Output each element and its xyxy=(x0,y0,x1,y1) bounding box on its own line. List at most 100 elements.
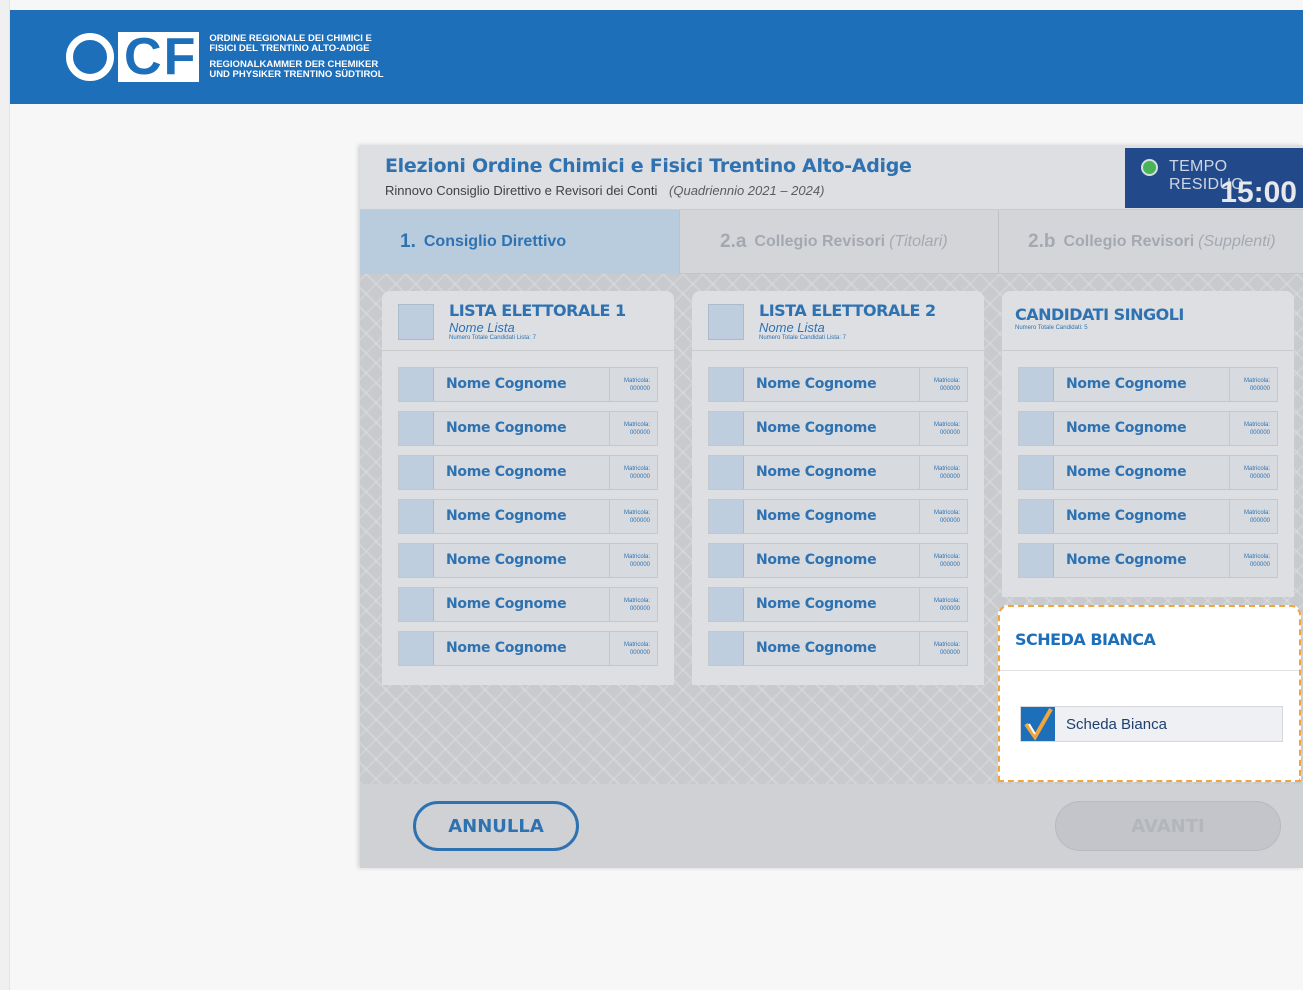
candidate-row[interactable]: Nome Cognome Matricola: 000000 xyxy=(1018,499,1278,534)
matricola-value: 000000 xyxy=(629,474,650,480)
top-bar: C F ORDINE REGIONALE DEI CHIMICI E FISIC… xyxy=(10,10,1303,104)
blank-ballot-panel: SCHEDA BIANCA Scheda Bianca xyxy=(998,605,1301,782)
candidate-row[interactable]: Nome Cognome Matricola: 000000 xyxy=(708,411,968,446)
candidate-row[interactable]: Nome Cognome Matricola: 000000 xyxy=(708,631,968,666)
candidate-matricola: Matricola: 000000 xyxy=(1229,368,1277,401)
cancel-button[interactable]: ANNULLA xyxy=(413,801,579,851)
candidate-row[interactable]: Nome Cognome Matricola: 000000 xyxy=(398,499,658,534)
list-header: LISTA ELETTORALE 2 Nome Lista Numero Tot… xyxy=(692,291,984,351)
candidate-checkbox[interactable] xyxy=(399,500,434,533)
candidate-matricola: Matricola: 000000 xyxy=(919,412,967,445)
candidate-checkbox[interactable] xyxy=(709,632,744,665)
election-period: (Quadriennio 2021 – 2024) xyxy=(669,183,825,198)
logo-o-ring xyxy=(66,33,114,81)
candidate-row[interactable]: Nome Cognome Matricola: 000000 xyxy=(1018,455,1278,490)
candidate-matricola: Matricola: 000000 xyxy=(609,368,657,401)
matricola-label: Matricola: xyxy=(933,598,960,604)
candidate-matricola: Matricola: 000000 xyxy=(919,368,967,401)
candidate-checkbox[interactable] xyxy=(1019,500,1054,533)
candidate-row[interactable]: Nome Cognome Matricola: 000000 xyxy=(708,367,968,402)
candidate-checkbox[interactable] xyxy=(1019,412,1054,445)
timer-panel: TEMPO RESIDUO 15:00 xyxy=(1125,148,1303,209)
tab-number: 2.a xyxy=(720,231,747,252)
next-button[interactable]: AVANTI xyxy=(1055,801,1281,851)
candidate-checkbox[interactable] xyxy=(399,368,434,401)
candidate-checkbox[interactable] xyxy=(709,456,744,489)
matricola-label: Matricola: xyxy=(1243,378,1270,384)
candidate-matricola: Matricola: 000000 xyxy=(1229,544,1277,577)
election-title: Elezioni Ordine Chimici e Fisici Trentin… xyxy=(385,155,912,177)
tab-consiglio-direttivo[interactable]: 1. Consiglio Direttivo xyxy=(360,210,680,274)
candidate-row[interactable]: Nome Cognome Matricola: 000000 xyxy=(398,587,658,622)
candidate-name: Nome Cognome xyxy=(756,420,877,436)
matricola-value: 000000 xyxy=(629,650,650,656)
logo-line-2: FISICI DEL TRENTINO ALTO-ADIGE xyxy=(209,43,370,54)
tab-revisori-supplenti[interactable]: 2.b Collegio Revisori (Supplenti) xyxy=(999,210,1303,274)
candidate-row[interactable]: Nome Cognome Matricola: 000000 xyxy=(1018,367,1278,402)
logo-text: ORDINE REGIONALE DEI CHIMICI E FISICI DE… xyxy=(209,33,383,81)
list-checkbox[interactable] xyxy=(708,304,744,340)
candidate-matricola: Matricola: 000000 xyxy=(919,544,967,577)
candidate-checkbox[interactable] xyxy=(709,500,744,533)
matricola-value: 000000 xyxy=(939,386,960,392)
list-header: LISTA ELETTORALE 1 Nome Lista Numero Tot… xyxy=(382,291,674,351)
ballot-tabs: 1. Consiglio Direttivo 2.a Collegio Revi… xyxy=(360,210,1303,274)
candidate-row[interactable]: Nome Cognome Matricola: 000000 xyxy=(398,631,658,666)
blank-ballot-option[interactable]: Scheda Bianca xyxy=(1020,706,1283,742)
candidate-checkbox[interactable] xyxy=(399,588,434,621)
candidate-matricola: Matricola: 000000 xyxy=(1229,456,1277,489)
matricola-value: 000000 xyxy=(1249,518,1270,524)
candidate-name: Nome Cognome xyxy=(446,464,567,480)
candidate-name: Nome Cognome xyxy=(446,552,567,568)
candidate-row[interactable]: Nome Cognome Matricola: 000000 xyxy=(708,543,968,578)
candidate-row[interactable]: Nome Cognome Matricola: 000000 xyxy=(708,499,968,534)
candidate-checkbox[interactable] xyxy=(1019,368,1054,401)
candidate-row[interactable]: Nome Cognome Matricola: 000000 xyxy=(708,455,968,490)
blank-ballot-checkbox[interactable] xyxy=(1021,707,1055,741)
matricola-label: Matricola: xyxy=(933,554,960,560)
candidate-row[interactable]: Nome Cognome Matricola: 000000 xyxy=(398,367,658,402)
blank-ballot-title: SCHEDA BIANCA xyxy=(1015,630,1156,649)
matricola-label: Matricola: xyxy=(623,510,650,516)
candidate-name: Nome Cognome xyxy=(756,464,877,480)
candidate-name: Nome Cognome xyxy=(446,420,567,436)
candidate-checkbox[interactable] xyxy=(709,588,744,621)
candidate-rows: Nome Cognome Matricola: 000000 Nome Cognome… xyxy=(692,351,984,685)
candidate-checkbox[interactable] xyxy=(1019,456,1054,489)
candidate-row[interactable]: Nome Cognome Matricola: 000000 xyxy=(1018,411,1278,446)
candidate-name: Nome Cognome xyxy=(446,376,567,392)
candidate-checkbox[interactable] xyxy=(399,544,434,577)
matricola-value: 000000 xyxy=(629,386,650,392)
candidate-checkbox[interactable] xyxy=(709,412,744,445)
matricola-label: Matricola: xyxy=(933,466,960,472)
candidate-row[interactable]: Nome Cognome Matricola: 000000 xyxy=(398,543,658,578)
list-name: Nome Lista xyxy=(759,320,825,335)
tab-label: Consiglio Direttivo xyxy=(423,233,567,250)
candidate-name: Nome Cognome xyxy=(1066,376,1187,392)
matricola-value: 000000 xyxy=(1249,386,1270,392)
candidate-matricola: Matricola: 000000 xyxy=(609,412,657,445)
candidate-name: Nome Cognome xyxy=(756,376,877,392)
candidate-row[interactable]: Nome Cognome Matricola: 000000 xyxy=(708,587,968,622)
candidate-rows: Nome Cognome Matricola: 000000 Nome Cognome… xyxy=(1002,351,1294,597)
candidate-checkbox[interactable] xyxy=(709,544,744,577)
candidate-checkbox[interactable] xyxy=(1019,544,1054,577)
candidate-checkbox[interactable] xyxy=(709,368,744,401)
tab-label: Collegio Revisori xyxy=(754,233,886,250)
candidate-rows: Nome Cognome Matricola: 000000 Nome Cognome… xyxy=(382,351,674,685)
matricola-label: Matricola: xyxy=(623,466,650,472)
list-checkbox[interactable] xyxy=(398,304,434,340)
candidate-checkbox[interactable] xyxy=(399,456,434,489)
candidate-row[interactable]: Nome Cognome Matricola: 000000 xyxy=(1018,543,1278,578)
logo-letter-c: C xyxy=(124,28,162,86)
candidate-matricola: Matricola: 000000 xyxy=(609,500,657,533)
candidate-matricola: Matricola: 000000 xyxy=(609,456,657,489)
matricola-value: 000000 xyxy=(939,518,960,524)
list-count: Numero Totale Candidati Lista: 7 xyxy=(449,335,536,341)
tab-revisori-titolari[interactable]: 2.a Collegio Revisori (Titolari) xyxy=(680,210,999,274)
candidate-checkbox[interactable] xyxy=(399,632,434,665)
candidate-row[interactable]: Nome Cognome Matricola: 000000 xyxy=(398,411,658,446)
matricola-value: 000000 xyxy=(939,650,960,656)
candidate-checkbox[interactable] xyxy=(399,412,434,445)
candidate-row[interactable]: Nome Cognome Matricola: 000000 xyxy=(398,455,658,490)
